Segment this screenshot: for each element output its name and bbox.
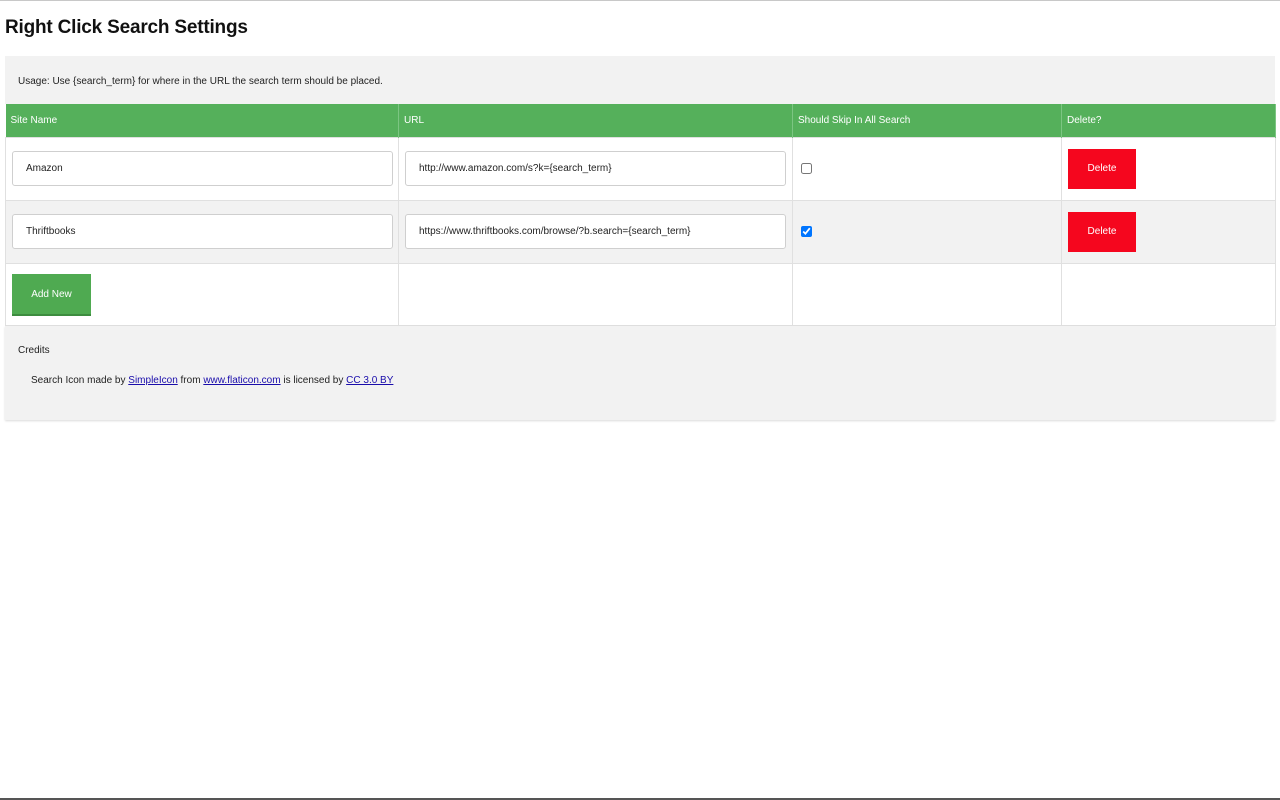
- skip-checkbox[interactable]: [801, 226, 812, 237]
- sites-table: Site Name URL Should Skip In All Search …: [5, 104, 1276, 326]
- header-skip: Should Skip In All Search: [793, 104, 1062, 137]
- header-delete: Delete?: [1062, 104, 1276, 137]
- add-new-button[interactable]: Add New: [12, 274, 91, 314]
- site-name-input[interactable]: [12, 151, 393, 186]
- skip-checkbox[interactable]: [801, 163, 812, 174]
- credits-panel: Credits Search Icon made by SimpleIcon f…: [5, 326, 1275, 420]
- credits-suffix: is licensed by: [281, 375, 347, 386]
- credits-line: Search Icon made by SimpleIcon from www.…: [31, 375, 393, 386]
- delete-button[interactable]: Delete: [1068, 149, 1136, 189]
- add-row: Add New: [6, 263, 1276, 325]
- site-name-input[interactable]: [12, 214, 393, 249]
- author-link[interactable]: SimpleIcon: [128, 375, 177, 386]
- table-row: Delete: [6, 200, 1276, 263]
- header-url: URL: [399, 104, 793, 137]
- table-header-row: Site Name URL Should Skip In All Search …: [6, 104, 1276, 137]
- flaticon-link[interactable]: www.flaticon.com: [203, 375, 280, 386]
- page-title: Right Click Search Settings: [5, 17, 248, 39]
- table-row: Delete: [6, 137, 1276, 200]
- credits-title: Credits: [18, 345, 50, 356]
- header-site-name: Site Name: [6, 104, 399, 137]
- usage-panel: Usage: Use {search_term} for where in th…: [5, 56, 1275, 104]
- credits-prefix: Search Icon made by: [31, 375, 128, 386]
- delete-button[interactable]: Delete: [1068, 212, 1136, 252]
- license-link[interactable]: CC 3.0 BY: [346, 375, 393, 386]
- url-input[interactable]: [405, 151, 786, 186]
- usage-text: Usage: Use {search_term} for where in th…: [18, 76, 383, 87]
- credits-middle: from: [178, 375, 204, 386]
- url-input[interactable]: [405, 214, 786, 249]
